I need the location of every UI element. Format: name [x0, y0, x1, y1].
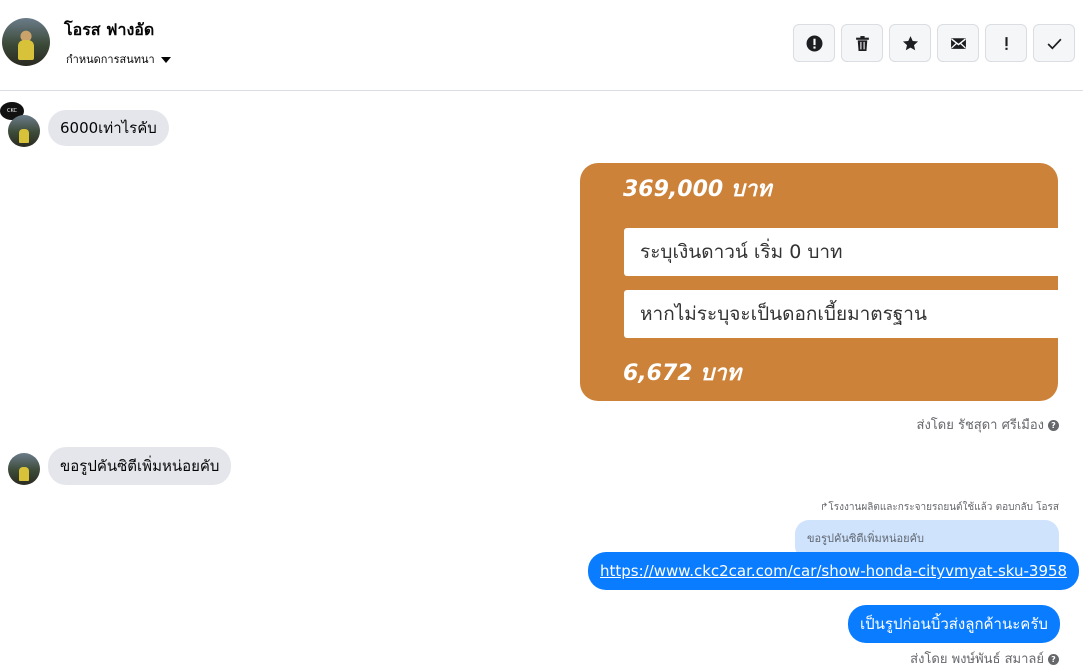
loan-calculator-card: 369,000 บาท ระบุเงินดาวน์ เริ่ม 0 บาท หา…: [580, 163, 1058, 401]
star-icon: [902, 35, 918, 50]
conversation-header: โอรส ฟางอัด กำหนดการสนทนา: [0, 0, 1083, 91]
mail-button[interactable]: [937, 24, 979, 62]
sent-by-text: ส่งโดย รัชสุดา ศรีเมือง: [916, 418, 1044, 433]
monthly-payment: 6,672 บาท: [623, 361, 742, 386]
sent-by-text: ส่งโดย พงษ์พันธ์ สมาลย์: [910, 652, 1044, 667]
header-actions: [793, 24, 1075, 62]
outgoing-link-message: https://www.ckc2car.com/car/show-honda-c…: [588, 552, 1080, 590]
contact-avatar[interactable]: [2, 18, 50, 66]
exclamation-icon: [1004, 36, 1008, 50]
car-price: 369,000 บาท: [623, 177, 772, 202]
done-button[interactable]: [1033, 24, 1075, 62]
star-button[interactable]: [889, 24, 931, 62]
delete-button[interactable]: [841, 24, 883, 62]
incoming-message: 6000เท่าไรคับ: [48, 110, 169, 146]
interest-rate-field[interactable]: หากไม่ระบุจะเป็นดอกเบี้ยมาตรฐาน: [624, 290, 1058, 338]
incoming-message: ขอรูปคันซิตีเพิ่มหน่อยคับ: [48, 447, 232, 485]
contact-name[interactable]: โอรส ฟางอัด: [64, 18, 154, 43]
reply-context: ↱โรงงานผลิตและกระจายรถยนต์ใช้แล้ว ตอบกลั…: [820, 500, 1059, 515]
down-payment-field[interactable]: ระบุเงินดาวน์ เริ่ม 0 บาท: [624, 228, 1058, 276]
car-listing-link[interactable]: https://www.ckc2car.com/car/show-honda-c…: [600, 562, 1067, 580]
caret-down-icon: [160, 57, 171, 63]
alert-button[interactable]: [793, 24, 835, 62]
check-icon: [1047, 38, 1061, 50]
help-icon[interactable]: ?: [1048, 420, 1059, 431]
assign-conversation-label: กำหนดการสนทนา: [66, 53, 155, 66]
sender-avatar[interactable]: [8, 115, 40, 147]
envelope-icon: [950, 37, 966, 49]
spam-button[interactable]: [985, 24, 1027, 62]
outgoing-message: เป็นรูปก่อนบิ้วส่งลูกค้านะครับ: [848, 605, 1060, 643]
trash-icon: [855, 35, 869, 51]
sent-by-label: ส่งโดย พงษ์พันธ์ สมาลย์?: [910, 648, 1059, 669]
sender-avatar[interactable]: [8, 453, 40, 485]
sent-by-label: ส่งโดย รัชสุดา ศรีเมือง?: [917, 414, 1059, 435]
assign-conversation-dropdown[interactable]: กำหนดการสนทนา: [66, 50, 171, 68]
reply-context-text: โรงงานผลิตและกระจายรถยนต์ใช้แล้ว ตอบกลับ…: [828, 502, 1059, 513]
exclamation-circle-icon: [806, 35, 822, 51]
help-icon[interactable]: ?: [1048, 654, 1059, 665]
